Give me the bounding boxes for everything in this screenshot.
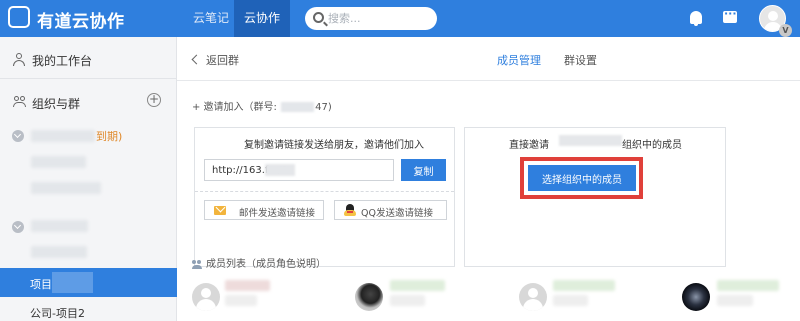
person-icon xyxy=(13,53,25,66)
member-role-redacted xyxy=(717,295,753,306)
tab-group-settings[interactable]: 群设置 xyxy=(564,52,597,68)
copy-button[interactable]: 复制 xyxy=(401,159,446,181)
invite-suffix: 47) xyxy=(315,102,332,113)
org-name-redacted xyxy=(559,135,622,146)
sidebar: 我的工作台 组织与群 + 到期) 项目- 公司-项目2 xyxy=(0,37,177,321)
org-invite-card: 直接邀请 组织中的成员 选择组织中的成员 xyxy=(464,127,726,267)
member-avatar[interactable] xyxy=(355,283,383,311)
sidebar-item-label: 我的工作台 xyxy=(32,54,93,68)
card-title-prefix: 直接邀请 xyxy=(509,140,549,151)
sub-header: 返回群 成员管理 群设置 xyxy=(177,37,800,81)
divider xyxy=(195,191,454,192)
chevron-down-icon[interactable] xyxy=(12,130,24,142)
back-link[interactable]: 返回群 xyxy=(191,52,239,68)
qq-invite-button[interactable]: QQ发送邀请链接 xyxy=(334,200,447,220)
sidebar-item-label: 组织与群 xyxy=(32,97,81,111)
chevron-left-icon xyxy=(191,54,202,65)
search-input[interactable] xyxy=(328,11,428,26)
members-icon xyxy=(192,259,202,269)
member-avatar[interactable] xyxy=(519,283,547,311)
member-name-redacted xyxy=(717,280,779,291)
card-title-suffix: 组织中的成员 xyxy=(622,140,682,151)
search-icon xyxy=(313,12,324,23)
back-label: 返回群 xyxy=(206,54,239,67)
group-id-redacted xyxy=(281,102,315,112)
vip-badge: V xyxy=(779,24,792,37)
highlight-box xyxy=(520,157,643,199)
main-panel: 返回群 成员管理 群设置 + 邀请加入（群号: 47) 复制邀请链接发送给朋友，… xyxy=(177,37,800,321)
members-label[interactable]: 成员列表（成员角色说明） xyxy=(206,259,326,270)
mail-icon xyxy=(214,206,226,215)
bell-icon[interactable] xyxy=(690,11,702,26)
divider xyxy=(0,78,177,79)
invite-link-card: 复制邀请链接发送给朋友，邀请他们加入 复制 邮件发送邀请链接 QQ发送邀请链接 xyxy=(194,127,455,267)
member-name-redacted xyxy=(553,280,615,291)
email-invite-label: 邮件发送邀请链接 xyxy=(239,208,316,219)
group-icon xyxy=(13,96,26,108)
expire-tag: 到期) xyxy=(96,130,123,143)
member-name-redacted xyxy=(225,280,270,291)
tab-cloud-collab[interactable]: 云协作 xyxy=(234,0,290,37)
email-invite-button[interactable]: 邮件发送邀请链接 xyxy=(204,200,324,220)
sidebar-item-workspace[interactable]: 我的工作台 xyxy=(0,50,177,70)
project-name-redacted xyxy=(52,272,93,293)
org-name-redacted[interactable] xyxy=(31,130,95,142)
member-role-redacted xyxy=(225,295,257,306)
app-title[interactable]: 有道云协作 xyxy=(37,7,125,32)
member-name-redacted xyxy=(390,280,445,291)
top-bar: 有道云协作 云笔记 云协作 V xyxy=(0,0,800,37)
search-box[interactable] xyxy=(305,7,437,30)
group-name-redacted[interactable] xyxy=(31,182,101,194)
logo-icon[interactable] xyxy=(8,6,30,28)
members-heading: 成员列表（成员角色说明） xyxy=(192,255,326,270)
qq-invite-label: QQ发送邀请链接 xyxy=(361,208,433,219)
chat-icon[interactable] xyxy=(723,7,737,23)
member-role-redacted xyxy=(390,295,425,306)
invite-link-field[interactable] xyxy=(204,159,394,181)
invite-prefix: + 邀请加入（群号: xyxy=(192,102,281,113)
qq-icon xyxy=(344,204,356,217)
group-name-redacted[interactable] xyxy=(31,156,86,168)
group-name-redacted[interactable] xyxy=(31,246,87,258)
org-name-redacted[interactable] xyxy=(31,220,88,232)
sidebar-item-project-active[interactable]: 项目- xyxy=(0,268,177,297)
tab-member-management[interactable]: 成员管理 xyxy=(497,52,541,68)
tab-cloud-notes[interactable]: 云笔记 xyxy=(188,0,234,37)
invite-heading: + 邀请加入（群号: 47) xyxy=(192,98,332,113)
member-avatar[interactable] xyxy=(682,283,710,311)
add-group-icon[interactable]: + xyxy=(147,93,161,107)
member-role-redacted xyxy=(553,295,588,306)
sidebar-item-project2[interactable]: 公司-项目2 xyxy=(30,305,85,321)
link-redacted xyxy=(265,164,295,176)
member-avatar[interactable] xyxy=(192,283,220,311)
card-title: 复制邀请链接发送给朋友，邀请他们加入 xyxy=(244,140,424,151)
chevron-down-icon[interactable] xyxy=(12,221,24,233)
